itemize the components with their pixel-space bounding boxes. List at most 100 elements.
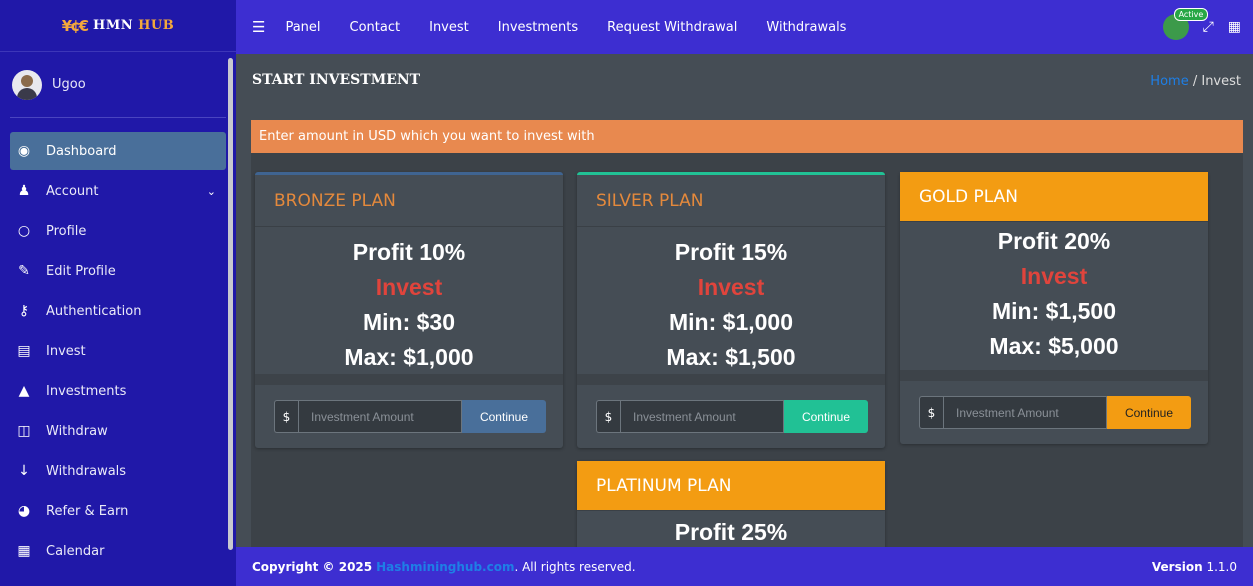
dollar-prefix: $: [596, 400, 620, 433]
brand-name-part2: HUB: [138, 18, 175, 33]
plan-min: Min: $30: [362, 309, 456, 335]
plan-title: PLATINUM PLAN: [577, 461, 885, 511]
sidebar-item-label: Edit Profile: [46, 263, 116, 279]
footer-site-link[interactable]: Hashmininghub.com: [376, 560, 514, 574]
invest-instruction-alert: Enter amount in USD which you want to in…: [251, 120, 1243, 153]
footer-rights: . All rights reserved.: [514, 559, 636, 574]
plan-profit: Profit 20%: [997, 228, 1111, 254]
sidebar-item-invest[interactable]: ▤ Invest: [10, 332, 226, 370]
main-content: START INVESTMENT Home / Invest Enter amo…: [236, 54, 1253, 553]
sidebar-item-label: Profile: [46, 223, 87, 239]
topnav-panel[interactable]: Panel: [285, 20, 320, 35]
user-menu-avatar[interactable]: Active: [1162, 8, 1209, 40]
plan-title: GOLD PLAN: [900, 172, 1208, 222]
circle-icon: ○: [17, 223, 31, 239]
investment-amount-input[interactable]: [943, 396, 1107, 429]
dollar-prefix: $: [274, 400, 298, 433]
plan-min: Min: $1,500: [992, 298, 1116, 324]
active-status-badge: Active: [1173, 8, 1209, 21]
sidebar-item-label: Investments: [46, 383, 127, 399]
plan-details: Profit 10% Invest Min: $30 Max: $1,000: [255, 227, 563, 375]
sidebar-item-authentication[interactable]: ⚷ Authentication: [10, 292, 226, 330]
chevron-down-icon: ⌄: [206, 184, 216, 198]
avatar: [12, 69, 42, 100]
sidebar-item-label: Authentication: [46, 303, 142, 319]
fullscreen-icon[interactable]: ⤢: [1203, 19, 1214, 35]
plan-profit: Profit 25%: [674, 519, 788, 545]
topbar-actions: Active ⤢ ▦: [1162, 8, 1241, 40]
plan-title: SILVER PLAN: [577, 175, 885, 227]
dollar-prefix: $: [919, 396, 943, 429]
sidebar-nav: ◉ Dashboard ♟ Account ⌄ ○ Profile ✎ Edit…: [0, 118, 236, 570]
sidebar-item-label: Withdrawals: [46, 463, 127, 479]
footer-version: Version 1.1.0: [1152, 560, 1237, 574]
continue-button[interactable]: Continue: [462, 400, 546, 433]
plan-title: BRONZE PLAN: [255, 175, 563, 227]
sidebar-scrollbar[interactable]: [228, 58, 233, 550]
plan-form: $ Continue: [577, 374, 885, 448]
topnav-withdrawals[interactable]: Withdrawals: [766, 20, 846, 35]
sidebar-item-edit-profile[interactable]: ✎ Edit Profile: [10, 252, 226, 290]
page-title: START INVESTMENT: [252, 72, 421, 88]
calendar-icon: ▦: [17, 543, 31, 559]
plan-max: Max: $5,000: [989, 333, 1119, 359]
footer-copyright: Copyright © 2025: [252, 559, 373, 574]
brand-logo-icon: ¥¢€: [61, 16, 89, 35]
continue-button[interactable]: Continue: [784, 400, 868, 433]
plan-card-bronze: BRONZE PLAN Profit 10% Invest Min: $30 M…: [255, 172, 563, 448]
brand-name-part1: HMN: [93, 18, 134, 33]
sidebar-item-withdrawals[interactable]: ↓ Withdrawals: [10, 452, 226, 490]
user-panel[interactable]: Ugoo: [10, 52, 226, 118]
brand-name: HMN HUB: [93, 18, 174, 33]
brand[interactable]: ¥¢€ HMN HUB: [0, 0, 236, 52]
breadcrumb: Home / Invest: [1150, 74, 1241, 89]
version-label: Version: [1151, 559, 1203, 574]
plan-details: Profit 25%: [577, 511, 885, 550]
continue-button[interactable]: Continue: [1107, 396, 1191, 429]
plan-card-platinum: PLATINUM PLAN Profit 25%: [577, 461, 885, 551]
user-icon: ♟: [17, 183, 31, 199]
plan-card-silver: SILVER PLAN Profit 15% Invest Min: $1,00…: [577, 172, 885, 448]
plan-invest-label: Invest: [697, 274, 765, 300]
plan-card-gold: GOLD PLAN Profit 20% Invest Min: $1,500 …: [900, 172, 1208, 444]
plan-max: Max: $1,500: [666, 344, 796, 370]
sidebar-item-label: Invest: [46, 343, 86, 359]
version-number: 1.1.0: [1206, 559, 1237, 574]
key-icon: ⚷: [18, 303, 30, 319]
amount-input-group: $ Continue: [274, 400, 546, 433]
sidebar-item-label: Dashboard: [46, 143, 117, 159]
plan-max: Max: $1,000: [344, 344, 474, 370]
user-name[interactable]: Ugoo: [52, 77, 86, 92]
plan-form: $ Continue: [255, 374, 563, 448]
sidebar-item-withdraw[interactable]: ◫ Withdraw: [10, 412, 226, 450]
plan-invest-label: Invest: [375, 274, 443, 300]
sidebar-item-dashboard[interactable]: ◉ Dashboard: [10, 132, 226, 170]
topnav-investments[interactable]: Investments: [498, 20, 578, 35]
plan-form: $ Continue: [900, 370, 1208, 444]
sidebar-item-profile[interactable]: ○ Profile: [10, 212, 226, 250]
sidebar-item-label: Withdraw: [46, 423, 108, 439]
topbar: ☰ Panel Contact Invest Investments Reque…: [236, 0, 1253, 54]
investment-amount-input[interactable]: [298, 400, 462, 433]
dashboard-icon: ◉: [17, 143, 31, 159]
sidebar-item-calendar[interactable]: ▦ Calendar: [10, 532, 226, 570]
sidebar-item-refer-earn[interactable]: ◕ Refer & Earn: [10, 492, 226, 530]
footer: Copyright © 2025 Hashmininghub.com . All…: [236, 547, 1253, 586]
amount-input-group: $ Continue: [596, 400, 868, 433]
topnav-invest[interactable]: Invest: [429, 20, 469, 35]
arrow-down-icon: ↓: [18, 463, 30, 479]
amount-input-group: $ Continue: [919, 396, 1191, 429]
plan-min: Min: $1,000: [669, 309, 793, 335]
plan-details: Profit 20% Invest Min: $1,500 Max: $5,00…: [900, 222, 1208, 364]
menu-toggle-icon[interactable]: ☰: [252, 18, 265, 36]
investment-amount-input[interactable]: [620, 400, 784, 433]
topnav-request-withdrawal[interactable]: Request Withdrawal: [607, 20, 737, 35]
sidebar-item-investments[interactable]: ▲ Investments: [10, 372, 226, 410]
breadcrumb-home[interactable]: Home: [1150, 74, 1188, 89]
topnav-contact[interactable]: Contact: [350, 20, 401, 35]
grid-icon[interactable]: ▦: [1228, 19, 1241, 35]
sidebar-item-account[interactable]: ♟ Account ⌄: [10, 172, 226, 210]
invest-icon: ▤: [17, 343, 31, 359]
plan-invest-label: Invest: [1020, 263, 1088, 289]
pie-chart-icon: ◕: [17, 503, 31, 519]
